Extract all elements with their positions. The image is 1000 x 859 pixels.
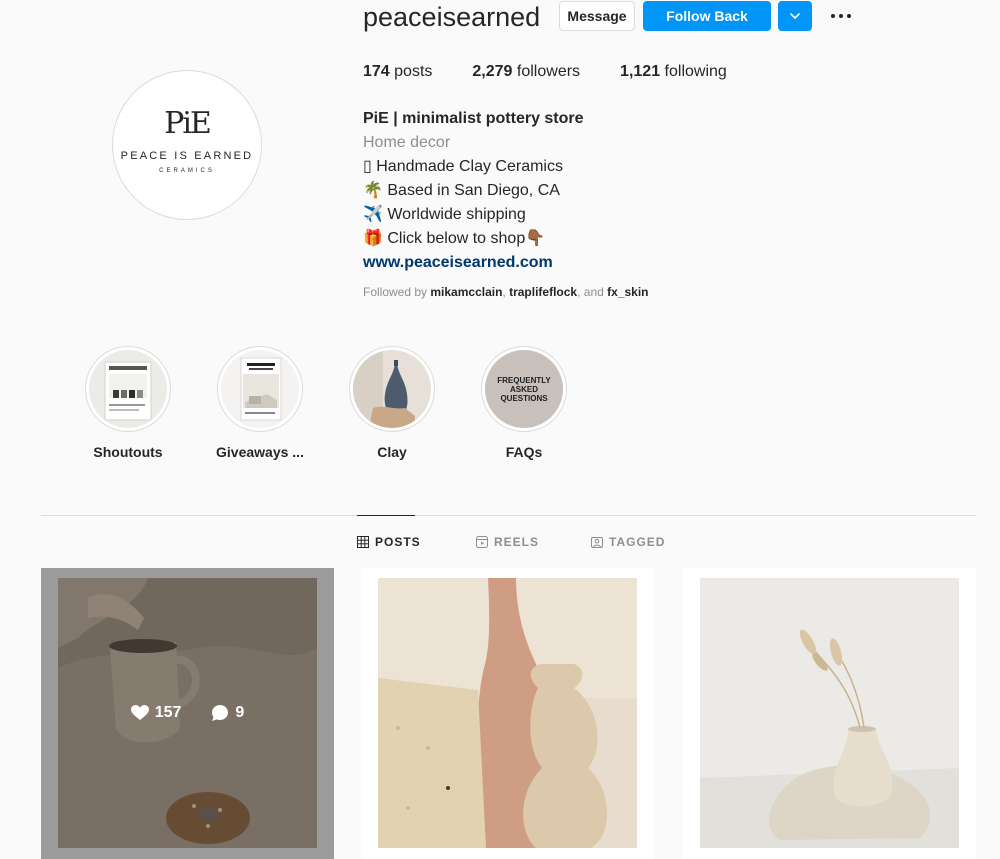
following-stat[interactable]: 1,121 following [620, 63, 727, 81]
heart-icon [130, 705, 149, 720]
profile-stats: 174 posts 2,279 followers 1,121 followin… [363, 63, 767, 81]
profile-username: peaceisearned [363, 2, 541, 32]
posts-stat: 174 posts [363, 63, 433, 80]
reels-icon [476, 536, 488, 548]
bio-category: Home decor [363, 134, 451, 151]
post-image [378, 578, 637, 848]
tab-reels[interactable]: REELS [476, 535, 539, 549]
highlight-label: Giveaways ... [216, 444, 304, 460]
bio-line: 🎁 Click below to shop👇🏾 [363, 230, 546, 247]
tab-label: TAGGED [609, 535, 666, 549]
profile-bio: PiE | minimalist pottery store Home deco… [363, 107, 584, 275]
logo-sub: CERAMICS [159, 168, 215, 174]
followers-stat[interactable]: 2,279 followers [472, 63, 580, 81]
highlight-cover: FREQUENTLY ASKED QUESTIONS [485, 350, 563, 428]
active-tab-indicator [357, 515, 415, 516]
chevron-down-icon [790, 13, 800, 20]
post-image [700, 578, 959, 848]
comment-icon [212, 705, 229, 721]
highlight-cover [353, 350, 431, 428]
post-tile[interactable] [683, 568, 976, 859]
follow-back-button[interactable]: Follow Back [643, 1, 771, 31]
logo-mark: PiE [164, 106, 212, 141]
follower-link[interactable]: mikamcclain [430, 285, 502, 299]
followed-by[interactable]: Followed by mikamcclain, traplifeflock, … [363, 285, 649, 299]
follower-link[interactable]: fx_skin [607, 285, 648, 299]
follower-link[interactable]: traplifeflock [509, 285, 577, 299]
post-tile[interactable]: 157 9 [41, 568, 334, 859]
tagged-icon [591, 537, 603, 548]
logo-name: PEACE IS EARNED [120, 150, 254, 162]
highlight-cover [89, 350, 167, 428]
highlight-label: FAQs [505, 444, 543, 460]
tab-posts[interactable]: POSTS [357, 535, 421, 549]
likes-count: 157 [130, 704, 181, 722]
highlight-shoutouts[interactable]: Shoutouts [84, 346, 172, 460]
profile-avatar[interactable]: PiE PEACE IS EARNED CERAMICS [112, 70, 262, 220]
suggested-dropdown-button[interactable] [778, 1, 812, 31]
highlight-label: Shoutouts [93, 444, 163, 460]
highlight-clay[interactable]: Clay [348, 346, 436, 460]
highlight-label: Clay [377, 444, 407, 460]
post-image: 157 9 [58, 578, 317, 848]
bio-website-link[interactable]: www.peaceisearned.com [363, 251, 584, 275]
highlight-giveaways[interactable]: Giveaways ... [216, 346, 304, 460]
comments-count: 9 [211, 704, 244, 722]
tabs-divider [41, 515, 976, 516]
bio-line: ▯ Handmade Clay Ceramics [363, 158, 563, 175]
highlight-faqs[interactable]: FREQUENTLY ASKED QUESTIONS FAQs [480, 346, 568, 460]
highlight-cover [221, 350, 299, 428]
bio-line: 🌴 Based in San Diego, CA [363, 182, 560, 199]
bio-name: PiE | minimalist pottery store [363, 110, 584, 127]
tab-tagged[interactable]: TAGGED [591, 535, 665, 549]
more-options-icon[interactable] [826, 6, 856, 26]
bio-line: ✈️ Worldwide shipping [363, 206, 526, 223]
message-button[interactable]: Message [559, 1, 635, 31]
faq-cover-text: FREQUENTLY ASKED QUESTIONS [497, 376, 551, 403]
grid-icon [357, 536, 369, 548]
post-tile[interactable] [361, 568, 654, 859]
post-hover-overlay: 157 9 [58, 578, 317, 848]
tab-label: REELS [494, 535, 540, 549]
tab-label: POSTS [375, 535, 421, 549]
